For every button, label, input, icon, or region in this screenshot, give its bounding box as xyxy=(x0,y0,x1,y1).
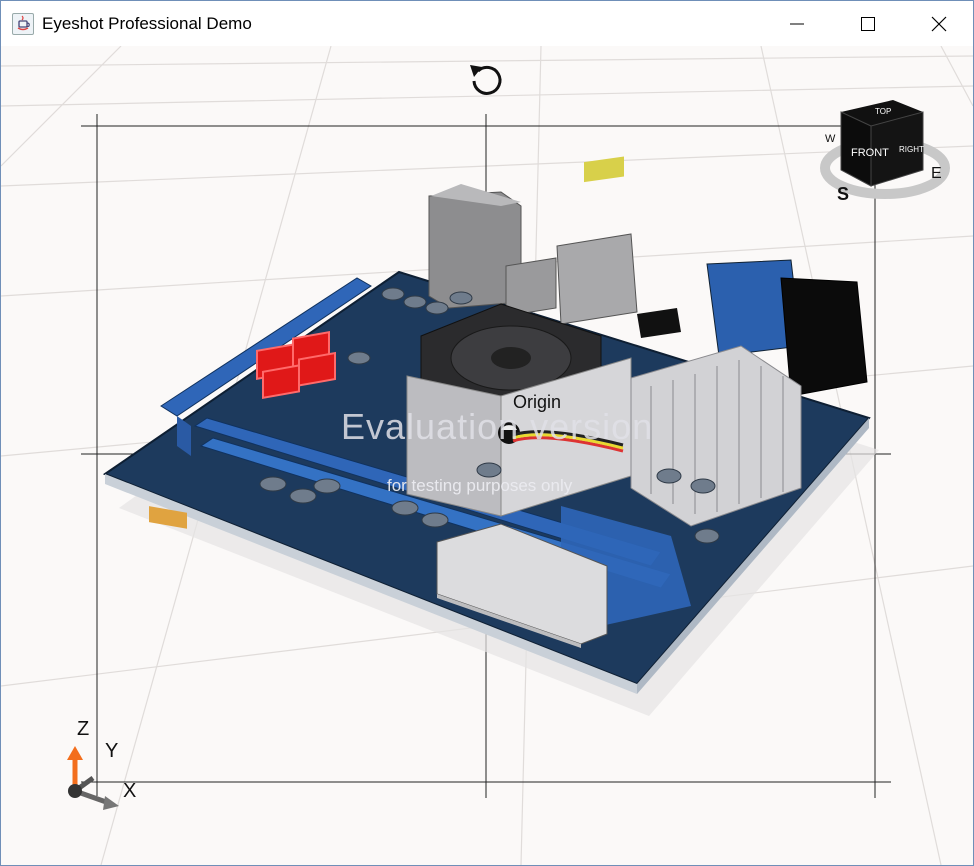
minimize-icon xyxy=(790,23,804,25)
app-window: Eyeshot Professional Demo FRONT TOP RIGH… xyxy=(0,0,974,866)
maximize-icon xyxy=(861,17,875,31)
close-icon xyxy=(931,16,947,32)
axis-x-label: X xyxy=(123,780,137,802)
navcube-top-label: TOP xyxy=(875,107,891,116)
axis-y-label: Y xyxy=(105,740,119,762)
axis-z-label: Z xyxy=(77,718,90,740)
watermark-subtitle: for testing purposes only xyxy=(387,476,573,495)
close-button[interactable] xyxy=(909,1,969,46)
reset-view-button[interactable] xyxy=(464,57,508,97)
compass-east-label: E xyxy=(931,165,942,182)
3d-viewport[interactable]: FRONT TOP RIGHT S E W Evaluation version… xyxy=(1,46,973,865)
watermark-title: Evaluation version xyxy=(341,406,654,447)
compass-west-label: W xyxy=(825,133,836,145)
reset-view-icon xyxy=(470,65,502,95)
navigation-cube[interactable]: FRONT TOP RIGHT S E W xyxy=(813,94,953,214)
navcube-front-label: FRONT xyxy=(851,147,889,159)
navcube-right-label: RIGHT xyxy=(899,145,924,154)
compass-south-label: S xyxy=(837,184,849,204)
origin-label: Origin xyxy=(513,392,562,412)
maximize-button[interactable] xyxy=(838,1,898,46)
window-title: Eyeshot Professional Demo xyxy=(42,14,252,33)
minimize-button[interactable] xyxy=(767,1,827,46)
title-bar[interactable]: Eyeshot Professional Demo xyxy=(1,1,973,46)
java-app-icon xyxy=(12,13,34,35)
